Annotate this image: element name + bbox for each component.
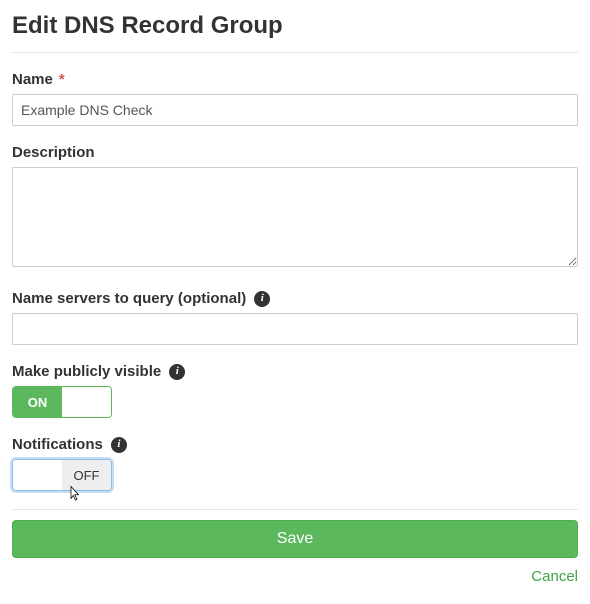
field-description: Description xyxy=(12,144,578,272)
nameservers-input[interactable] xyxy=(12,313,578,345)
required-marker: * xyxy=(59,71,65,88)
divider-top xyxy=(12,52,578,53)
field-public: Make publicly visible i ON OFF xyxy=(12,363,578,418)
notifications-label-row: Notifications i xyxy=(12,436,578,453)
field-notifications: Notifications i ON OFF xyxy=(12,436,578,491)
name-input[interactable] xyxy=(12,94,578,126)
notifications-label: Notifications xyxy=(12,436,103,453)
nameservers-label: Name servers to query (optional) xyxy=(12,290,246,307)
page-title: Edit DNS Record Group xyxy=(12,12,578,40)
notifications-toggle[interactable]: ON OFF xyxy=(12,459,112,491)
save-button[interactable]: Save xyxy=(12,520,578,558)
nameservers-label-row: Name servers to query (optional) i xyxy=(12,290,578,307)
public-label: Make publicly visible xyxy=(12,363,161,380)
description-label-row: Description xyxy=(12,144,578,161)
cancel-link[interactable]: Cancel xyxy=(531,568,578,585)
public-label-row: Make publicly visible i xyxy=(12,363,578,380)
name-label: Name xyxy=(12,71,53,88)
public-toggle[interactable]: ON OFF xyxy=(12,386,112,418)
toggle-off-label: OFF xyxy=(62,387,111,417)
toggle-off-label: OFF xyxy=(62,460,111,490)
toggle-on-label: ON xyxy=(13,387,62,417)
info-icon[interactable]: i xyxy=(169,364,185,380)
name-label-row: Name * xyxy=(12,71,578,88)
info-icon[interactable]: i xyxy=(254,291,270,307)
field-name: Name * xyxy=(12,71,578,126)
toggle-on-label: ON xyxy=(13,460,62,490)
divider-bottom xyxy=(12,509,578,510)
field-nameservers: Name servers to query (optional) i xyxy=(12,290,578,345)
description-label: Description xyxy=(12,144,95,161)
info-icon[interactable]: i xyxy=(111,437,127,453)
description-textarea[interactable] xyxy=(12,167,578,267)
